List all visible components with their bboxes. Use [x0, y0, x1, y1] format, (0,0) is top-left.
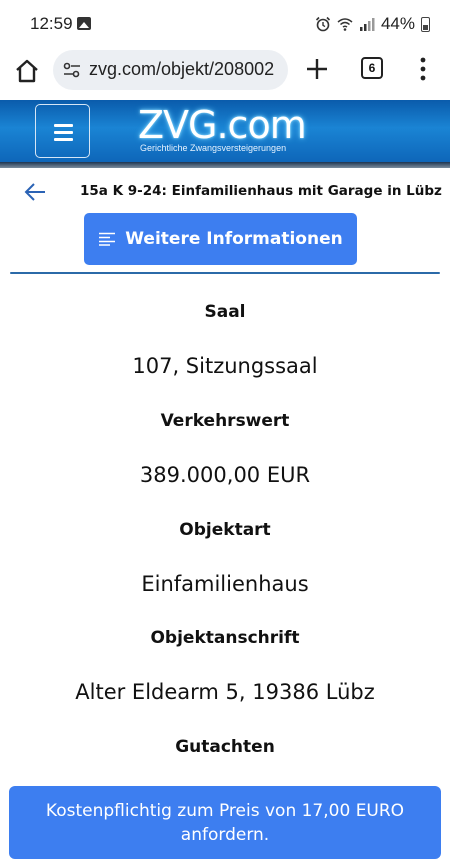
more-info-label: Weitere Informationen	[125, 229, 343, 249]
gallery-notification-icon	[77, 17, 91, 30]
list-icon	[99, 232, 116, 246]
status-icons: 44%	[315, 13, 430, 35]
address-bar[interactable]: zvg.com/objekt/208002	[53, 50, 288, 90]
detail-label-gutachten: Gutachten	[175, 737, 275, 757]
wifi-icon	[337, 18, 353, 31]
back-arrow-icon[interactable]	[24, 182, 46, 202]
divider	[10, 272, 440, 274]
more-menu-icon[interactable]	[416, 56, 430, 82]
new-tab-icon[interactable]	[304, 56, 330, 82]
battery-icon	[421, 16, 430, 32]
request-report-line1: Kostenpflichtig zum Preis von 17,00 EURO	[45, 801, 405, 821]
detail-value-saal: 107, Sitzungssaal	[132, 354, 318, 378]
detail-value-objektart: Einfamilienhaus	[141, 572, 309, 596]
detail-label-objektart: Objektart	[179, 520, 271, 540]
request-report-line2: anfordern.	[180, 825, 270, 845]
url-text[interactable]: zvg.com/objekt/208002	[89, 59, 274, 80]
request-report-button[interactable]: Kostenpflichtig zum Preis von 17,00 EURO…	[9, 786, 441, 859]
battery-percent: 44%	[380, 14, 415, 33]
hamburger-menu-button[interactable]	[35, 104, 90, 158]
more-info-button[interactable]: Weitere Informationen	[84, 213, 357, 265]
signal-icon	[359, 18, 375, 31]
home-icon[interactable]	[14, 58, 40, 84]
detail-value-verkehrswert: 389.000,00 EUR	[139, 463, 311, 487]
detail-label-verkehrswert: Verkehrswert	[160, 411, 290, 431]
logo-text: ZVG.com	[138, 103, 307, 147]
alarm-icon	[315, 16, 331, 32]
page-title: 15a K 9-24: Einfamilienhaus mit Garage i…	[80, 183, 442, 199]
detail-value-objektanschrift: Alter Eldearm 5, 19386 Lübz	[75, 680, 375, 704]
browser-toolbar: zvg.com/objekt/208002 6	[0, 48, 450, 96]
site-logo[interactable]: ZVG.com Gerichtliche Zwangsversteigerung…	[138, 104, 338, 158]
detail-label-saal: Saal	[204, 302, 246, 322]
status-bar: 12:59 44%	[0, 0, 450, 48]
logo-tagline: Gerichtliche Zwangsversteigerungen	[140, 143, 287, 153]
site-header: ZVG.com Gerichtliche Zwangsversteigerung…	[0, 100, 450, 168]
tab-switcher-button[interactable]: 6	[361, 57, 383, 79]
site-settings-icon[interactable]	[63, 62, 81, 78]
detail-label-objektanschrift: Objektanschrift	[150, 628, 300, 648]
status-time: 12:59	[30, 14, 73, 33]
